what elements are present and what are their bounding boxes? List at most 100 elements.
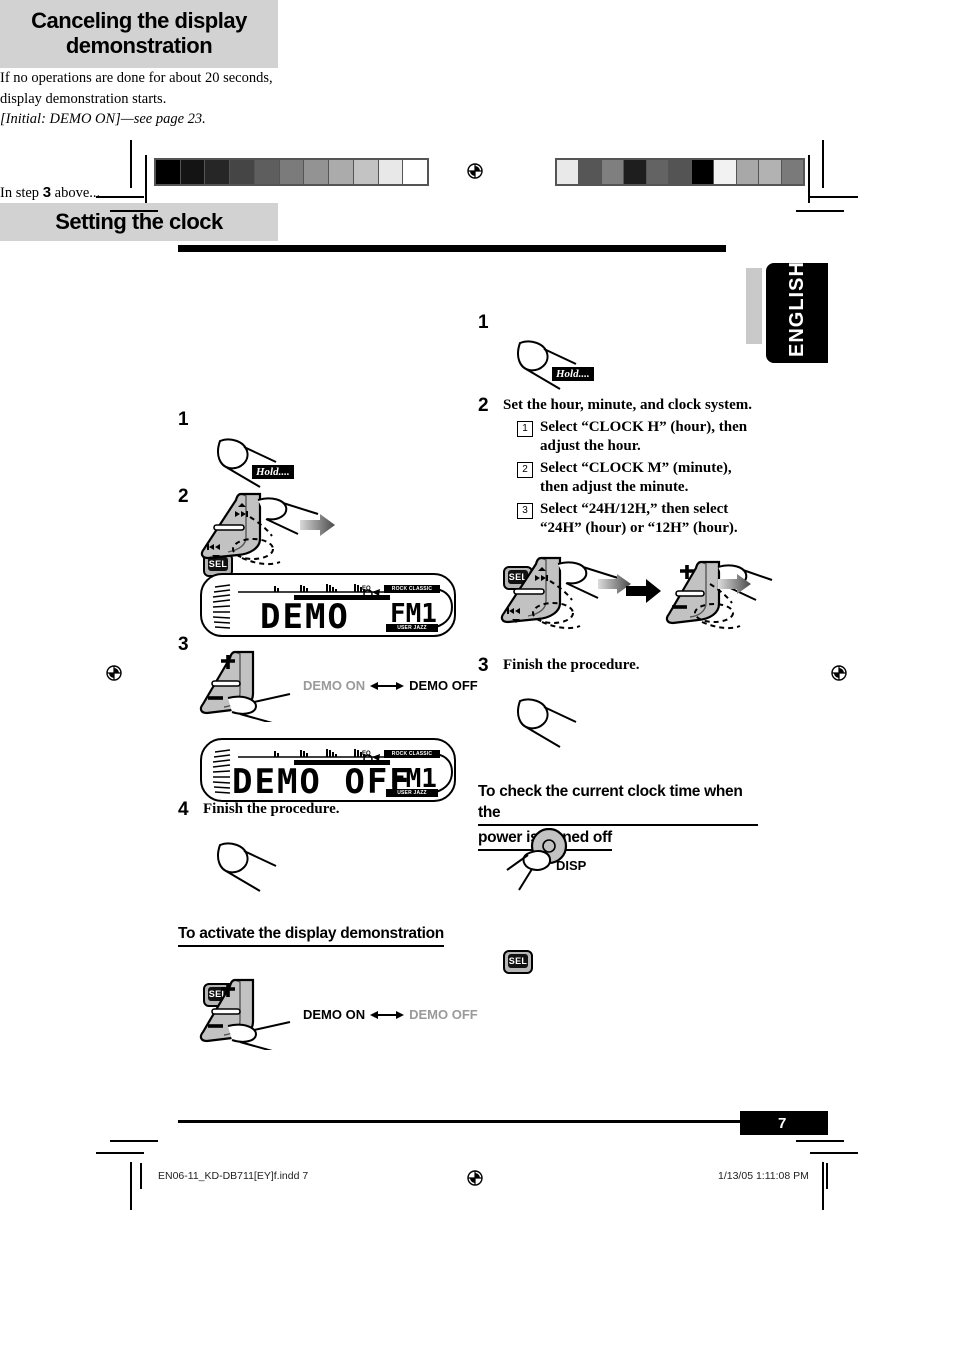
substep-text-3: Select “24H/12H,” then select “24H” (hou… xyxy=(540,500,738,537)
calibration-swatch xyxy=(229,160,254,184)
calibration-swatch xyxy=(713,160,736,184)
lcd-tag-top-2: ROCK CLASSIC xyxy=(384,750,440,758)
substep-text-1: Select “CLOCK H” (hour), then adjust the… xyxy=(540,418,748,455)
right-step-3: 3 Finish the procedure. xyxy=(478,656,640,676)
rocker-button-volume-right[interactable] xyxy=(664,560,774,632)
disp-button-round[interactable]: DISP xyxy=(505,828,605,898)
rocker-button-volume-left[interactable] xyxy=(198,650,298,722)
calibration-swatch xyxy=(645,160,669,184)
calibration-swatch xyxy=(328,160,353,184)
right-substep-2: 2 Select “CLOCK M” (minute), then adjust… xyxy=(517,459,753,498)
activate-heading: To activate the display demonstration xyxy=(178,924,444,947)
page-number: 7 xyxy=(778,1115,787,1132)
english-tab-shadow xyxy=(746,268,762,344)
right-step-2-number: 2 xyxy=(478,395,489,416)
footer-divider-right xyxy=(826,1163,828,1189)
lcd-main-text-2: DEMO OFF xyxy=(232,762,412,802)
left-intro-line3: [Initial: DEMO ON]—see page 23. xyxy=(0,111,206,128)
footer-divider-left xyxy=(140,1163,142,1189)
lcd-tag-bottom-2: USER JAZZ xyxy=(386,789,438,797)
substep-marker-2: 2 xyxy=(517,461,533,478)
sel-button-right-step3[interactable]: SEL xyxy=(503,950,535,976)
right-step-1: 1 xyxy=(478,313,494,332)
rocker-button-volume-left-2[interactable] xyxy=(198,978,298,1050)
lcd-display-demo: DEMO FM1 ROCK CLASSIC USER JAZZ EQ xyxy=(200,573,456,637)
left-step-1: 1 xyxy=(178,410,194,429)
crop-mark-bl-h2 xyxy=(110,1140,158,1142)
calibration-swatch xyxy=(204,160,230,184)
demo-off-label-1: DEMO OFF xyxy=(409,678,478,693)
calibration-swatch xyxy=(578,160,601,184)
right-step-2: 2 Set the hour, minute, and clock system… xyxy=(478,396,756,539)
left-intro-paragraph: If no operations are done for about 20 s… xyxy=(0,68,300,130)
sel-button-label-4: SEL xyxy=(508,954,528,969)
left-heading-line1: Canceling the display xyxy=(31,8,247,34)
calibration-swatch xyxy=(690,160,714,184)
right-step-3-text: Finish the procedure. xyxy=(503,657,640,673)
right-heading-text: Setting the clock xyxy=(55,209,223,234)
left-step-4-number: 4 xyxy=(178,799,189,820)
demo-off-label-2: DEMO OFF xyxy=(409,1007,478,1022)
right-step-3-number: 3 xyxy=(478,655,489,676)
activate-note: In step 3 above... xyxy=(0,182,954,204)
double-arrow-icon-1 xyxy=(370,681,405,690)
check-clock-heading-line1: To check the current clock time when the xyxy=(478,782,758,826)
disp-button-label: DISP xyxy=(556,858,587,873)
hand-pointer-right-step3 xyxy=(517,698,577,748)
registration-mark-bottom xyxy=(465,1168,485,1188)
calibration-swatch xyxy=(735,160,759,184)
left-step-4: 4 Finish the procedure. xyxy=(178,800,340,820)
substep-text-2: Select “CLOCK M” (minute), then adjust t… xyxy=(540,459,732,496)
crop-mark-br-h2 xyxy=(796,1140,844,1142)
crop-mark-tr-h xyxy=(810,196,858,198)
left-step-3: 3 xyxy=(178,635,194,654)
calibration-swatch xyxy=(557,160,579,184)
demo-on-label-2: DEMO ON xyxy=(303,1007,366,1022)
calibration-swatch xyxy=(668,160,691,184)
right-section-heading: Setting the clock xyxy=(0,203,278,242)
left-step-1-number: 1 xyxy=(178,409,189,430)
left-heading-line2: demonstration xyxy=(65,33,213,58)
calibration-swatch xyxy=(600,160,624,184)
crop-mark-tr-v2 xyxy=(808,155,810,203)
calibration-swatch xyxy=(377,160,403,184)
calibration-swatch xyxy=(352,160,378,184)
calibration-strip-left xyxy=(154,158,429,186)
calibration-strip-right xyxy=(555,158,805,186)
right-step-1-number: 1 xyxy=(478,312,489,333)
right-step-2-text: Set the hour, minute, and clock system. xyxy=(503,397,753,413)
lcd-eq-icon: EQ xyxy=(362,586,380,599)
footer-timestamp: 1/13/05 1:11:08 PM xyxy=(718,1170,809,1182)
crop-mark-tr-h2 xyxy=(796,210,844,212)
lcd-tag-top: ROCK CLASSIC xyxy=(384,585,440,593)
crop-mark-tr-v xyxy=(822,140,824,188)
crop-mark-tl-v2 xyxy=(145,155,147,203)
calibration-swatch xyxy=(623,160,646,184)
demo-toggle-label-step3: DEMO ON DEMO OFF xyxy=(303,678,478,693)
header-rule xyxy=(178,245,726,252)
activate-note-pre: In step xyxy=(0,184,43,201)
double-arrow-icon-2 xyxy=(370,1010,405,1019)
calibration-swatch xyxy=(278,160,304,184)
activate-note-post: above... xyxy=(51,184,101,201)
activate-heading-wrap: To activate the display demonstration xyxy=(178,924,444,947)
right-substep-3: 3 Select “24H/12H,” then select “24H” (h… xyxy=(517,500,753,539)
arrow-right-left-step2 xyxy=(300,514,335,536)
right-substep-1: 1 Select “CLOCK H” (hour), then adjust t… xyxy=(517,418,753,457)
english-tab: ENGLISH xyxy=(766,261,828,363)
lcd-left-bars xyxy=(212,584,231,629)
arrow-right-black-center xyxy=(626,579,661,603)
left-intro-line1: If no operations are done for about 20 s… xyxy=(0,70,273,86)
left-step-4-text: Finish the procedure. xyxy=(203,801,340,817)
lcd-right-arc xyxy=(435,588,454,628)
hand-pointer-left-step4 xyxy=(217,842,277,892)
substep-marker-1: 1 xyxy=(517,420,533,437)
crop-mark-bl-h xyxy=(96,1152,144,1154)
activate-note-num: 3 xyxy=(42,183,52,201)
calibration-swatch xyxy=(253,160,279,184)
crop-mark-br-v xyxy=(822,1162,824,1210)
hold-label-left-step1: Hold.... xyxy=(252,465,294,479)
hold-label-right-step1: Hold.... xyxy=(552,367,594,381)
lcd-eq-icon-2: EQ xyxy=(362,751,380,764)
crop-mark-br-h xyxy=(810,1152,858,1154)
